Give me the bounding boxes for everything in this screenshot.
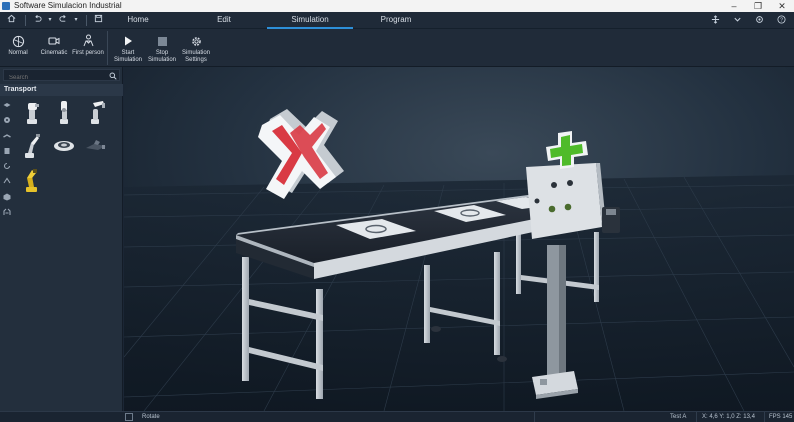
tab-edit[interactable]: Edit [181,12,267,29]
3d-viewport[interactable] [124,67,794,411]
normal-camera-icon [10,34,26,48]
tab-home[interactable]: Home [95,12,181,29]
first-person-button[interactable]: First person [72,29,104,67]
title-bar: Software Simulacion Industrial – ❐ ✕ [0,0,794,12]
library-item-robot-arm-2[interactable] [52,98,76,124]
simulation-settings-button[interactable]: Simulation Settings [179,29,213,67]
box-icon[interactable] [3,146,11,154]
normal-camera-label: Normal [8,50,28,56]
category-header[interactable]: Transport [0,84,123,96]
library-item-robot-arm-1[interactable] [20,100,44,126]
gear-icon [188,34,204,48]
category-icon-strip [3,100,13,222]
cube-icon[interactable] [3,192,11,201]
ribbon-divider [107,31,108,65]
close-button[interactable]: ✕ [770,0,794,12]
play-icon [120,34,136,48]
gear-part-icon[interactable] [3,115,11,124]
simulation-settings-label: Simulation Settings [181,50,210,63]
conveyor-icon[interactable] [3,100,11,108]
redo-icon[interactable] [56,13,70,27]
search-input[interactable] [4,73,104,83]
status-bar: Rotate Test A X: 4,6 Y: 1,0 Z: 13,4 FPS … [0,411,794,422]
undo-dropdown-icon[interactable]: ▾ [47,13,53,27]
redo-dropdown-icon[interactable]: ▾ [73,13,79,27]
link-icon[interactable] [3,176,11,184]
scene-canvas[interactable] [124,67,794,411]
rotation-icon[interactable] [3,161,11,170]
start-simulation-button[interactable]: Start Simulation [111,29,145,67]
ribbon: Normal Cinematic First person Start Simu… [0,29,794,67]
interaction-mode: Rotate [142,414,160,420]
status-divider [534,412,535,422]
test-label: Test A [670,414,687,420]
component-library-panel: Transport [0,67,123,411]
settings-icon[interactable] [752,14,766,28]
status-divider [764,412,765,422]
app-logo-icon [2,2,10,10]
menu-bar: ▾ ▾ Home Edit Simulation Program ? [0,12,794,29]
first-person-icon [80,34,96,48]
minimize-button[interactable]: – [722,0,746,12]
status-divider [696,412,697,422]
chevron-down-icon[interactable] [730,14,744,28]
panel-toggle-icon[interactable] [125,413,133,421]
normal-camera-button[interactable]: Normal [0,29,36,67]
stop-simulation-label: Stop Simulation [147,50,176,63]
library-item-gripper-tool[interactable] [84,136,108,162]
svg-text:?: ? [780,17,783,23]
home-icon[interactable] [4,13,18,27]
maximize-button[interactable]: ❐ [746,0,770,12]
library-item-turntable[interactable] [52,136,76,162]
undo-icon[interactable] [30,13,44,27]
start-simulation-label: Start Simulation [113,50,142,63]
toolbar-divider [86,14,87,26]
cinematic-camera-label: Cinematic [40,50,68,56]
cinematic-camera-button[interactable]: Cinematic [36,29,72,67]
main-tabs: Home Edit Simulation Program [95,12,439,29]
quick-access-toolbar: ▾ ▾ [0,12,108,29]
tab-simulation[interactable]: Simulation [267,12,353,29]
fit-icon[interactable] [708,14,722,28]
cinematic-camera-icon [46,34,62,48]
first-person-label: First person [72,50,104,56]
help-icon[interactable]: ? [774,14,788,28]
belt-icon[interactable] [3,131,11,139]
library-item-robot-arm-3[interactable] [84,98,108,124]
stop-simulation-button[interactable]: Stop Simulation [145,29,179,67]
tab-program[interactable]: Program [353,12,439,29]
search-icon[interactable] [109,71,117,80]
toolbar-divider [25,14,26,26]
stop-icon [154,34,170,48]
library-item-yellow-robot-arm[interactable] [20,166,44,192]
gripper-icon[interactable] [3,207,11,216]
library-item-robot-arm-4[interactable] [20,132,44,158]
cursor-coordinates: X: 4,6 Y: 1,0 Z: 13,4 [702,414,755,420]
fps-counter: FPS 145 [769,414,793,420]
window-title: Software Simulacion Industrial [14,1,122,10]
library-search [3,69,120,83]
